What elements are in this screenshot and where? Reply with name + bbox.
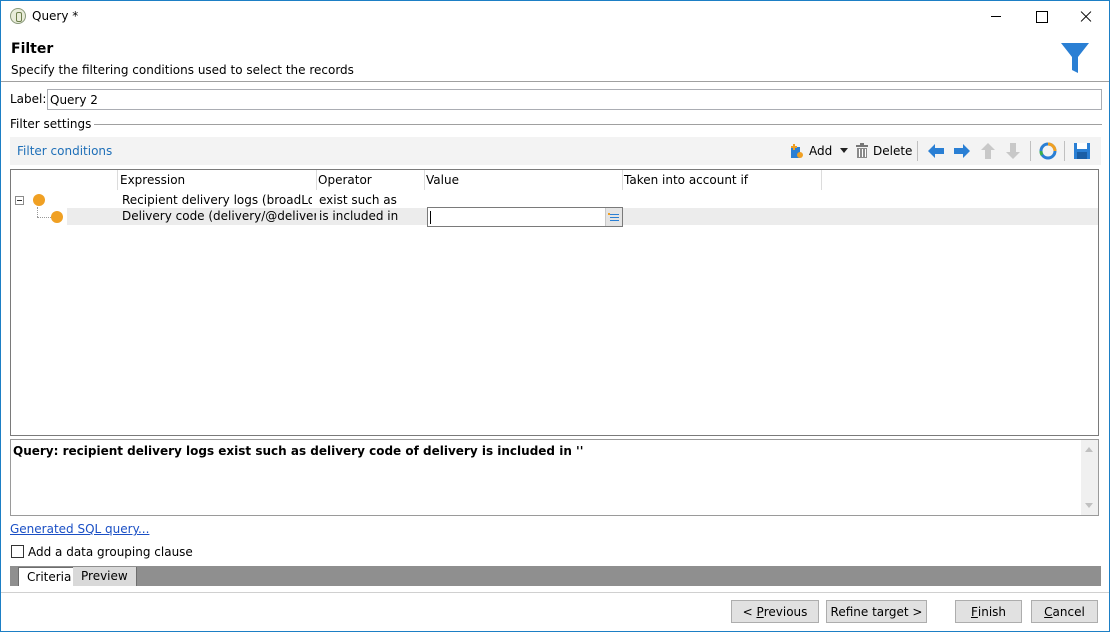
delete-button[interactable]: Delete (855, 140, 912, 162)
operator-cell: exist such as (319, 193, 397, 207)
refine-target-button[interactable]: Refine target > (826, 600, 927, 623)
label-caption: Label: (10, 92, 47, 106)
column-header-condition[interactable]: Taken into account if (624, 173, 748, 187)
filter-conditions-title: Filter conditions (17, 144, 113, 158)
maximize-button[interactable] (1018, 1, 1064, 32)
finish-button[interactable]: Finish (955, 600, 1022, 623)
grouping-checkbox-label[interactable]: Add a data grouping clause (28, 545, 193, 559)
window-title: Query * (32, 9, 79, 23)
move-down-icon[interactable] (1005, 142, 1021, 160)
add-button-label: Add (809, 144, 833, 158)
label-field[interactable] (47, 89, 1102, 110)
funnel-icon (1061, 43, 1089, 73)
condition-status-icon (33, 194, 45, 206)
query-description: Query: recipient delivery logs exist suc… (10, 439, 1099, 516)
close-button[interactable] (1063, 1, 1109, 32)
add-button[interactable]: Add (789, 140, 832, 162)
query-text: Query: recipient delivery logs exist suc… (13, 444, 584, 458)
vertical-scrollbar[interactable] (1081, 440, 1098, 515)
tab-criteria[interactable]: Criteria (18, 567, 81, 586)
delete-button-label: Delete (873, 144, 913, 158)
app-icon (10, 8, 26, 24)
collapse-toggle-icon[interactable] (15, 196, 24, 205)
tab-bar: Criteria Preview (10, 566, 1101, 586)
tab-preview[interactable]: Preview (73, 567, 137, 586)
filter-settings-title: Filter settings (10, 117, 95, 131)
list-picker-icon (608, 213, 619, 221)
group-divider (81, 124, 1102, 125)
text-caret (430, 211, 431, 224)
trash-icon (856, 143, 868, 158)
column-header-value[interactable]: Value (426, 173, 459, 187)
value-field[interactable] (427, 207, 623, 227)
filter-toolbar: Filter conditions Add Delete (10, 137, 1101, 165)
minimize-button[interactable] (973, 1, 1019, 32)
move-up-icon[interactable] (980, 142, 996, 160)
column-header-operator[interactable]: Operator (318, 173, 372, 187)
generated-sql-link[interactable]: Generated SQL query... (10, 522, 149, 536)
value-picker-button[interactable] (605, 208, 622, 226)
title-bar: Query * (1, 1, 1109, 32)
expression-cell: Delivery code (delivery/@deliveryCo... (122, 209, 316, 223)
column-header-expression[interactable]: Expression (120, 173, 185, 187)
add-condition-icon (791, 144, 803, 158)
page-subtitle: Specify the filtering conditions used to… (11, 63, 354, 77)
add-dropdown-icon[interactable] (840, 148, 848, 153)
distribution-of-values-icon[interactable] (1039, 142, 1057, 160)
cancel-button[interactable]: Cancel (1031, 600, 1098, 623)
page-title: Filter (11, 41, 54, 57)
grouping-checkbox[interactable] (11, 545, 24, 558)
previous-button[interactable]: < Previous (731, 600, 819, 623)
condition-status-icon (51, 211, 63, 223)
move-right-icon[interactable] (953, 143, 971, 159)
query-window: Query * Filter Specify the filtering con… (0, 0, 1110, 632)
scroll-up-icon[interactable] (1085, 447, 1093, 452)
conditions-grid: Expression Operator Value Taken into acc… (10, 169, 1099, 436)
expression-cell: Recipient delivery logs (broadLog) (122, 193, 312, 207)
scroll-down-icon[interactable] (1085, 503, 1093, 508)
operator-cell: is included in (319, 209, 399, 223)
save-icon[interactable] (1073, 142, 1091, 160)
move-left-icon[interactable] (927, 143, 945, 159)
